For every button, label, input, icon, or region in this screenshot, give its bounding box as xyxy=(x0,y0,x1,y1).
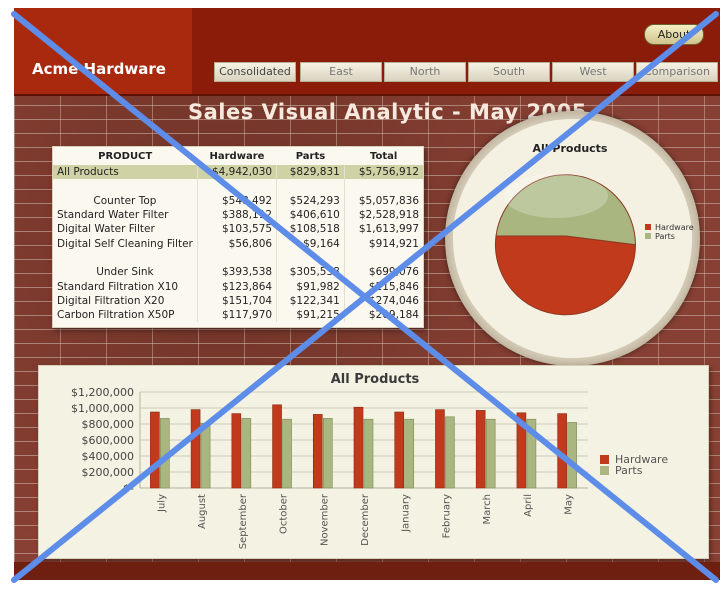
bar-hardware-july xyxy=(150,411,160,489)
bar-y-tick-label: $1,200,000 xyxy=(71,386,134,399)
charts-layer: HardwareParts$1,200,000$1,000,000$800,00… xyxy=(71,174,694,549)
bar-x-tick-label: December xyxy=(360,493,371,546)
bar-legend-swatch-hardware xyxy=(600,455,609,464)
bar-y-tick-label: $400,000 xyxy=(82,450,135,463)
bar-hardware-august xyxy=(190,409,201,489)
bar-hardware-september xyxy=(231,413,242,489)
bar-parts-may xyxy=(567,422,577,489)
bar-legend-swatch-parts xyxy=(600,466,609,475)
bar-x-tick-label: August xyxy=(197,494,208,529)
bar-parts-july xyxy=(160,418,170,489)
bar-x-tick-label: July xyxy=(156,494,167,513)
bar-hardware-october xyxy=(272,404,282,489)
dashboard-screenshot: Acme Hardware About Consolidated East No… xyxy=(0,0,722,589)
bar-parts-august xyxy=(200,422,211,489)
bar-y-tick-label: $800,000 xyxy=(82,418,135,431)
bar-hardware-march xyxy=(475,410,486,489)
bar-y-tick-label: $200,000 xyxy=(82,466,135,479)
bar-hardware-april xyxy=(516,412,527,489)
bar-legend-label-parts: Parts xyxy=(615,464,643,477)
bar-hardware-february xyxy=(435,409,445,489)
bar-hardware-december xyxy=(353,406,364,489)
bar-parts-december xyxy=(363,418,374,489)
bar-parts-october xyxy=(282,418,292,489)
bar-x-tick-label: May xyxy=(564,494,575,515)
bar-parts-november xyxy=(322,418,333,489)
pie-legend-swatch-hardware xyxy=(645,224,651,230)
bar-x-tick-label: November xyxy=(319,493,330,546)
bar-x-tick-label: October xyxy=(279,493,290,534)
bar-y-tick-label: $- xyxy=(123,482,134,495)
bar-parts-september xyxy=(241,418,252,489)
pie-legend-swatch-parts xyxy=(645,233,651,239)
pie-slice-hardware xyxy=(494,235,636,316)
bar-x-tick-label: September xyxy=(238,493,249,549)
bar-x-tick-label: March xyxy=(482,494,493,524)
bar-parts-april xyxy=(526,418,537,489)
bar-hardware-may xyxy=(557,413,567,489)
bar-parts-february xyxy=(445,416,455,489)
bar-parts-march xyxy=(485,418,496,489)
pie-gloss xyxy=(504,174,608,218)
bar-x-tick-label: February xyxy=(441,494,452,538)
bar-hardware-november xyxy=(312,414,323,489)
pie-legend-label-parts: Parts xyxy=(655,232,675,241)
bar-x-tick-label: April xyxy=(523,494,534,517)
bar-hardware-january xyxy=(394,411,405,489)
bar-y-tick-label: $600,000 xyxy=(82,434,135,447)
pie-legend-label-hardware: Hardware xyxy=(655,223,694,232)
bar-parts-january xyxy=(404,418,415,489)
bar-x-tick-label: January xyxy=(401,494,412,533)
bar-y-tick-label: $1,000,000 xyxy=(71,402,134,415)
